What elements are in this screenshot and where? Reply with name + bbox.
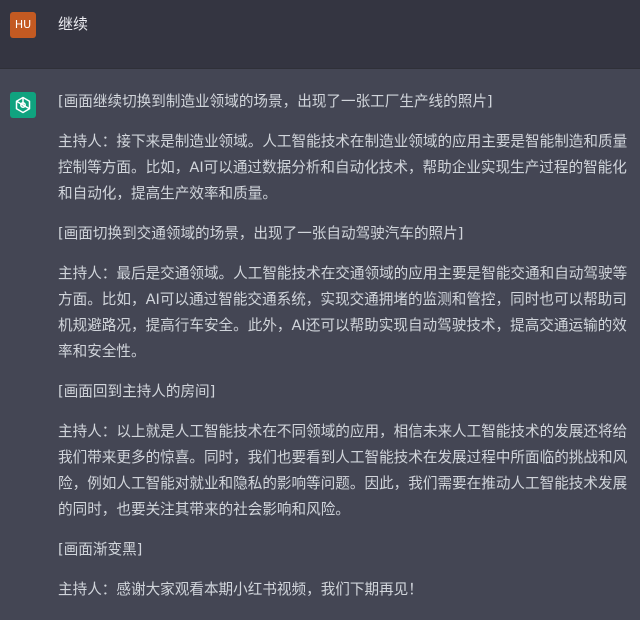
paragraph-scene-manufacturing: [画面继续切换到制造业领域的场景，出现了一张工厂生产线的照片]: [58, 93, 493, 110]
user-message-row: HU 继续: [0, 0, 640, 69]
openai-logo-icon: [10, 92, 36, 118]
assistant-avatar: [10, 92, 36, 118]
paragraph-scene-fade: [画面渐变黑]: [58, 541, 143, 558]
assistant-message-text: [画面继续切换到制造业领域的场景，出现了一张工厂生产线的照片] 主持人：接下来是…: [58, 89, 630, 617]
paragraph-scene-traffic: [画面切换到交通领域的场景，出现了一张自动驾驶汽车的照片]: [58, 225, 464, 242]
paragraph-scene-host-room: [画面回到主持人的房间]: [58, 383, 216, 400]
assistant-message-row: [画面继续切换到制造业领域的场景，出现了一张工厂生产线的照片] 主持人：接下来是…: [0, 69, 640, 620]
paragraph-host-traffic: 主持人：最后是交通领域。人工智能技术在交通领域的应用主要是智能交通和自动驾驶等方…: [58, 265, 628, 360]
paragraph-host-summary: 主持人：以上就是人工智能技术在不同领域的应用，相信未来人工智能技术的发展还将给我…: [58, 423, 628, 518]
paragraph-host-manufacturing: 主持人：接下来是制造业领域。人工智能技术在制造业领域的应用主要是智能制造和质量控…: [58, 133, 628, 202]
user-avatar: HU: [10, 12, 36, 38]
paragraph-host-goodbye: 主持人：感谢大家观看本期小红书视频，我们下期再见！: [58, 581, 423, 598]
user-message-text: 继续: [58, 15, 89, 33]
